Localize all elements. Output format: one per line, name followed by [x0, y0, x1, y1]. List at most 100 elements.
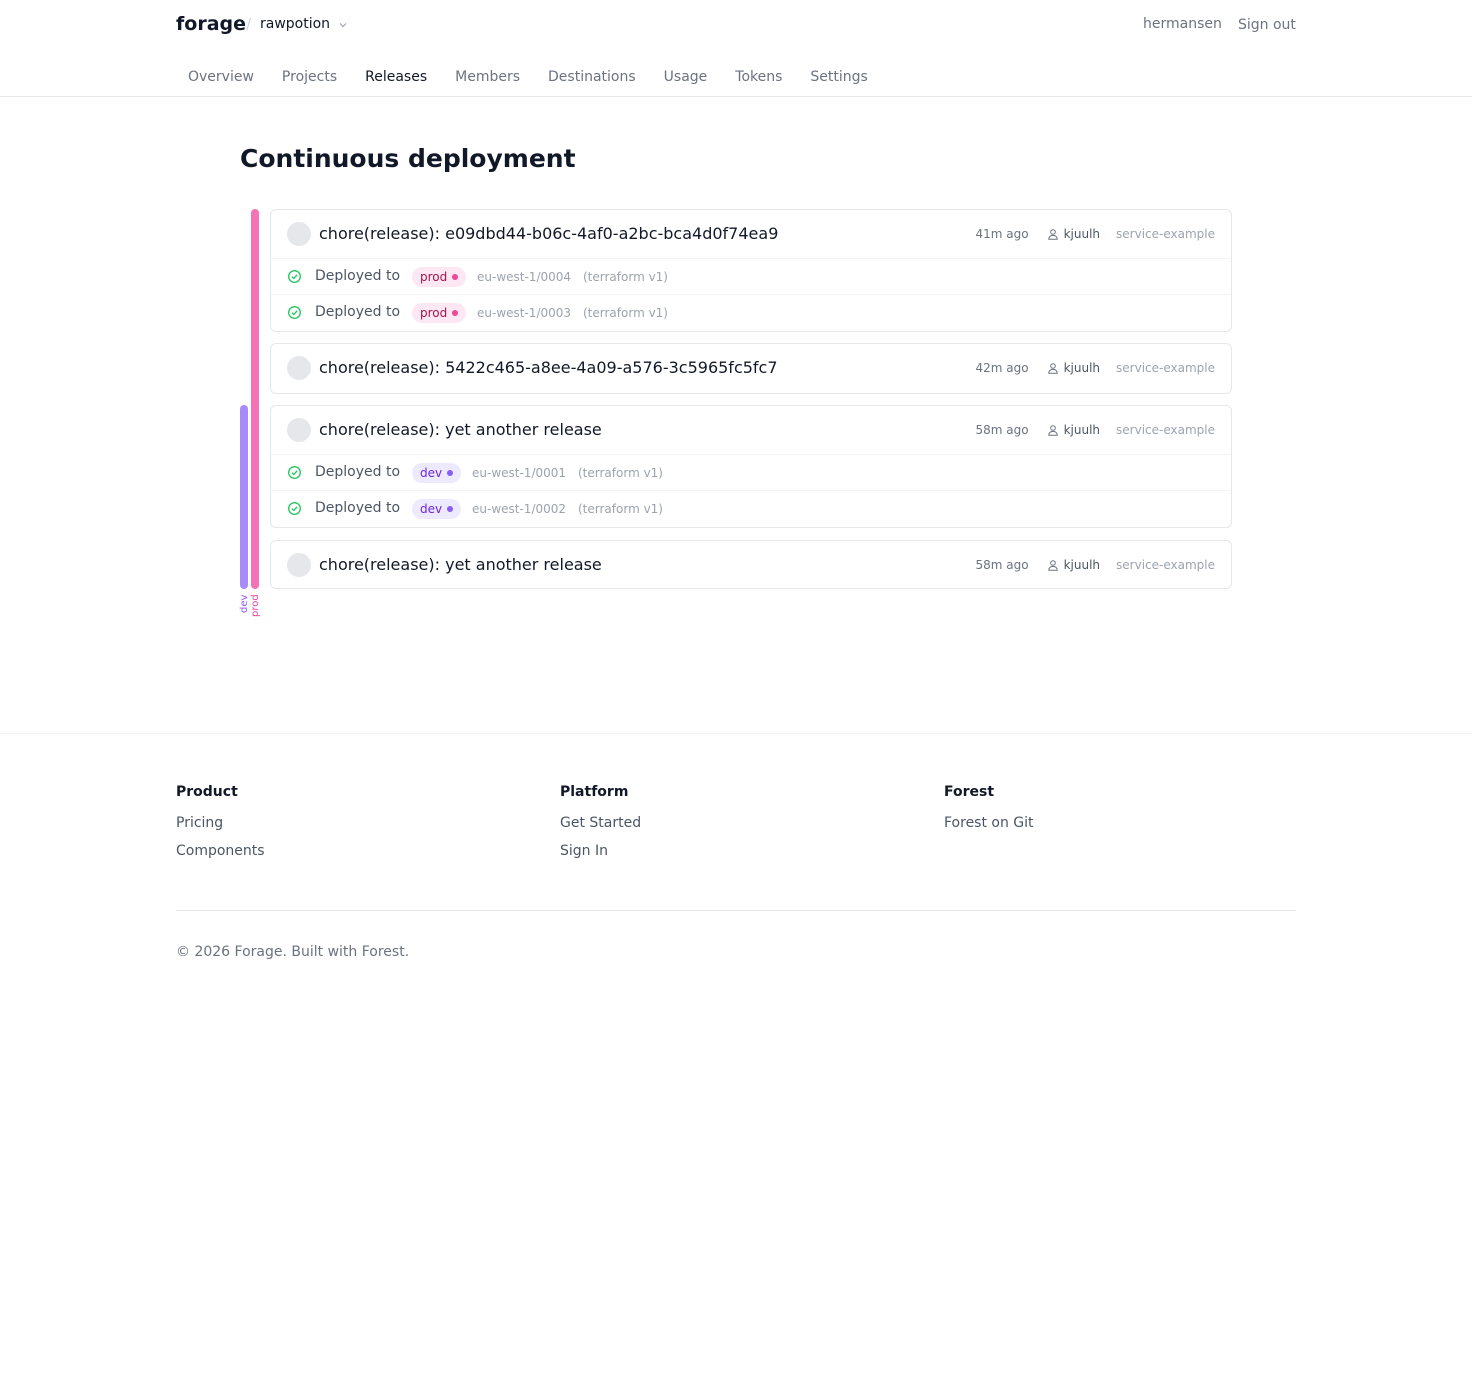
tab-releases[interactable]: Releases: [353, 66, 439, 90]
release-time: 58m ago: [975, 558, 1029, 572]
site-footer: Product Pricing Components Platform Get …: [0, 733, 1472, 993]
release-header: chore(release): yet another release 58m …: [271, 406, 1231, 454]
prod-lane-label: prod: [250, 594, 261, 617]
current-user-link[interactable]: hermansen: [1143, 16, 1222, 32]
chevron-down-icon[interactable]: [337, 19, 349, 31]
check-circle-icon: [288, 502, 301, 515]
footer-link-forest-on-git[interactable]: Forest on Git: [944, 814, 1034, 832]
release-title[interactable]: chore(release): yet another release: [319, 420, 602, 439]
tab-usage[interactable]: Usage: [652, 66, 720, 90]
footer-link-sign-in[interactable]: Sign In: [560, 842, 641, 860]
user-icon: [1047, 425, 1058, 436]
tab-destinations[interactable]: Destinations: [536, 66, 648, 90]
environment-name: dev: [420, 466, 443, 480]
release-service[interactable]: service-example: [1116, 558, 1215, 572]
release-service[interactable]: service-example: [1116, 423, 1215, 437]
destination-name[interactable]: eu-west-1/0003: [477, 306, 571, 320]
release-meta: 58m ago kjuulh service-example: [976, 558, 1216, 572]
avatar: [287, 553, 311, 577]
release-author[interactable]: kjuulh: [1064, 361, 1100, 375]
release-title[interactable]: chore(release): yet another release: [319, 555, 602, 574]
environment-name: prod: [420, 306, 448, 320]
footer-column-product: Product Pricing Components: [176, 784, 265, 870]
environment-dot: [452, 310, 459, 316]
tab-settings[interactable]: Settings: [798, 66, 879, 90]
release-author[interactable]: kjuulh: [1064, 423, 1100, 437]
user-icon: [1047, 560, 1058, 571]
section-tabs: Overview Projects Releases Members Desti…: [176, 66, 884, 90]
avatar: [287, 222, 311, 246]
footer-link-pricing[interactable]: Pricing: [176, 814, 265, 832]
release-title[interactable]: chore(release): 5422c465-a8ee-4a09-a576-…: [319, 358, 778, 377]
release-header: chore(release): 5422c465-a8ee-4a09-a576-…: [271, 344, 1231, 392]
deployment-row: Deployed to prod eu-west-1/0003 (terrafo…: [271, 294, 1231, 330]
footer-heading: Product: [176, 784, 238, 800]
deployment-row: Deployed to dev eu-west-1/0002 (terrafor…: [271, 490, 1231, 526]
check-circle-icon: [288, 270, 301, 283]
destination-kind: (terraform v1): [583, 270, 668, 284]
tab-projects[interactable]: Projects: [270, 66, 349, 90]
footer-heading: Forest: [944, 784, 995, 800]
deployment-row: Deployed to prod eu-west-1/0004 (terrafo…: [271, 258, 1231, 294]
release-time: 42m ago: [975, 361, 1029, 375]
page-title: Continuous deployment: [240, 144, 576, 173]
footer-divider: [176, 910, 1296, 911]
environment-name: dev: [420, 502, 443, 516]
check-circle-icon: [288, 466, 301, 479]
deployment-label: Deployed to: [315, 268, 401, 284]
environment-badge[interactable]: dev: [412, 499, 462, 519]
destination-name[interactable]: eu-west-1/0001: [472, 466, 566, 480]
release-card[interactable]: chore(release): yet another release 58m …: [270, 540, 1232, 589]
avatar: [287, 356, 311, 380]
deployment-label: Deployed to: [315, 500, 401, 516]
destination-name[interactable]: eu-west-1/0004: [477, 270, 571, 284]
release-meta: 58m ago kjuulh service-example: [976, 423, 1216, 437]
destination-kind: (terraform v1): [578, 466, 663, 480]
user-icon: [1047, 229, 1058, 240]
environment-badge[interactable]: prod: [412, 267, 467, 287]
footer-link-components[interactable]: Components: [176, 842, 265, 860]
release-card[interactable]: chore(release): e09dbd44-b06c-4af0-a2bc-…: [270, 209, 1232, 332]
deployment-label: Deployed to: [315, 304, 401, 320]
deployment-label: Deployed to: [315, 464, 401, 480]
release-meta: 42m ago kjuulh service-example: [976, 361, 1216, 375]
destination-kind: (terraform v1): [583, 306, 668, 320]
copyright-text: © 2026 Forage. Built with Forest.: [176, 944, 410, 960]
deployment-row: Deployed to dev eu-west-1/0001 (terrafor…: [271, 454, 1231, 490]
tab-tokens[interactable]: Tokens: [723, 66, 794, 90]
check-circle-icon: [288, 306, 301, 319]
user-icon: [1047, 363, 1058, 374]
organisation-switcher-label[interactable]: rawpotion: [260, 16, 330, 32]
release-author[interactable]: kjuulh: [1064, 558, 1100, 572]
release-time: 58m ago: [975, 423, 1029, 437]
destination-kind: (terraform v1): [578, 502, 663, 516]
footer-column-platform: Platform Get Started Sign In: [560, 784, 641, 870]
prod-lane-bar: [251, 209, 259, 589]
environment-badge[interactable]: prod: [412, 303, 467, 323]
release-header: chore(release): yet another release 58m …: [271, 541, 1231, 589]
environment-name: prod: [420, 270, 448, 284]
footer-link-get-started[interactable]: Get Started: [560, 814, 641, 832]
environment-dot: [447, 506, 454, 512]
sign-out-button[interactable]: Sign out: [1238, 17, 1296, 33]
release-title[interactable]: chore(release): e09dbd44-b06c-4af0-a2bc-…: [319, 224, 778, 243]
tab-members[interactable]: Members: [443, 66, 532, 90]
footer-column-forest: Forest Forest on Git: [944, 784, 1034, 842]
release-header: chore(release): e09dbd44-b06c-4af0-a2bc-…: [271, 210, 1231, 258]
tab-overview[interactable]: Overview: [176, 66, 266, 90]
environment-dot: [447, 470, 454, 476]
release-service[interactable]: service-example: [1116, 361, 1215, 375]
footer-heading: Platform: [560, 784, 629, 800]
avatar: [287, 418, 311, 442]
release-card[interactable]: chore(release): 5422c465-a8ee-4a09-a576-…: [270, 343, 1232, 394]
environment-badge[interactable]: dev: [412, 463, 462, 483]
release-service[interactable]: service-example: [1116, 227, 1215, 241]
release-card[interactable]: chore(release): yet another release 58m …: [270, 405, 1232, 528]
top-header: forage / rawpotion hermansen Sign out Ov…: [0, 0, 1472, 97]
destination-name[interactable]: eu-west-1/0002: [472, 502, 566, 516]
breadcrumb-separator: /: [246, 15, 252, 33]
release-time: 41m ago: [975, 227, 1029, 241]
release-author[interactable]: kjuulh: [1064, 227, 1100, 241]
release-meta: 41m ago kjuulh service-example: [976, 227, 1216, 241]
brand-logo[interactable]: forage: [176, 13, 246, 35]
